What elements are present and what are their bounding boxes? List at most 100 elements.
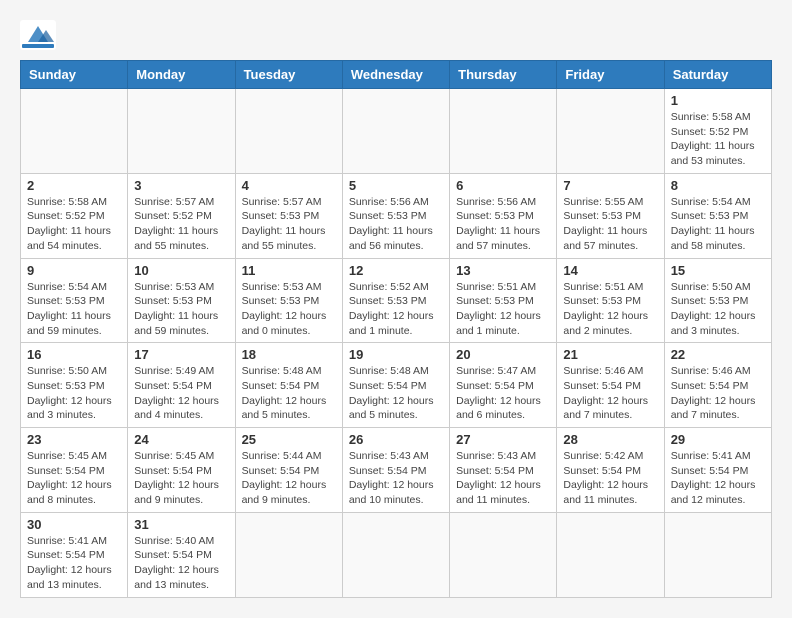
day-info: Sunrise: 5:56 AM Sunset: 5:53 PM Dayligh…	[349, 195, 443, 254]
logo	[20, 20, 62, 50]
calendar-cell: 5 Sunrise: 5:56 AM Sunset: 5:53 PM Daylig…	[342, 173, 449, 258]
calendar-cell: 23 Sunrise: 5:45 AM Sunset: 5:54 PM Dayli…	[21, 428, 128, 513]
calendar-cell: 13 Sunrise: 5:51 AM Sunset: 5:53 PM Dayli…	[450, 258, 557, 343]
day-info: Sunrise: 5:58 AM Sunset: 5:52 PM Dayligh…	[27, 195, 121, 254]
day-info: Sunrise: 5:43 AM Sunset: 5:54 PM Dayligh…	[456, 449, 550, 508]
calendar-cell: 27 Sunrise: 5:43 AM Sunset: 5:54 PM Dayli…	[450, 428, 557, 513]
calendar-cell	[235, 512, 342, 597]
calendar-cell: 6 Sunrise: 5:56 AM Sunset: 5:53 PM Daylig…	[450, 173, 557, 258]
calendar-week-4: 16 Sunrise: 5:50 AM Sunset: 5:53 PM Dayli…	[21, 343, 772, 428]
day-info: Sunrise: 5:57 AM Sunset: 5:53 PM Dayligh…	[242, 195, 336, 254]
calendar-cell: 8Sunrise: 5:54 AM Sunset: 5:53 PM Daylig…	[664, 173, 771, 258]
day-number: 25	[242, 432, 336, 447]
calendar-cell	[342, 512, 449, 597]
calendar-cell: 7 Sunrise: 5:55 AM Sunset: 5:53 PM Daylig…	[557, 173, 664, 258]
day-number: 17	[134, 347, 228, 362]
day-number: 8	[671, 178, 765, 193]
calendar-week-6: 30 Sunrise: 5:41 AM Sunset: 5:54 PM Dayli…	[21, 512, 772, 597]
calendar-cell: 18 Sunrise: 5:48 AM Sunset: 5:54 PM Dayli…	[235, 343, 342, 428]
calendar-week-3: 9 Sunrise: 5:54 AM Sunset: 5:53 PM Daylig…	[21, 258, 772, 343]
day-info: Sunrise: 5:45 AM Sunset: 5:54 PM Dayligh…	[27, 449, 121, 508]
day-info: Sunrise: 5:42 AM Sunset: 5:54 PM Dayligh…	[563, 449, 657, 508]
day-info: Sunrise: 5:54 AM Sunset: 5:53 PM Dayligh…	[27, 280, 121, 339]
day-info: Sunrise: 5:56 AM Sunset: 5:53 PM Dayligh…	[456, 195, 550, 254]
weekday-header-wednesday: Wednesday	[342, 61, 449, 89]
weekday-header-saturday: Saturday	[664, 61, 771, 89]
weekday-header-sunday: Sunday	[21, 61, 128, 89]
calendar-cell: 22Sunrise: 5:46 AM Sunset: 5:54 PM Dayli…	[664, 343, 771, 428]
calendar-cell: 3Sunrise: 5:57 AM Sunset: 5:52 PM Daylig…	[128, 173, 235, 258]
day-info: Sunrise: 5:43 AM Sunset: 5:54 PM Dayligh…	[349, 449, 443, 508]
calendar-cell	[664, 512, 771, 597]
day-number: 18	[242, 347, 336, 362]
weekday-header-tuesday: Tuesday	[235, 61, 342, 89]
calendar-cell: 14Sunrise: 5:51 AM Sunset: 5:53 PM Dayli…	[557, 258, 664, 343]
day-info: Sunrise: 5:40 AM Sunset: 5:54 PM Dayligh…	[134, 534, 228, 593]
day-info: Sunrise: 5:41 AM Sunset: 5:54 PM Dayligh…	[671, 449, 765, 508]
day-number: 2	[27, 178, 121, 193]
day-number: 3	[134, 178, 228, 193]
calendar-week-5: 23 Sunrise: 5:45 AM Sunset: 5:54 PM Dayli…	[21, 428, 772, 513]
calendar-cell: 4 Sunrise: 5:57 AM Sunset: 5:53 PM Daylig…	[235, 173, 342, 258]
day-number: 23	[27, 432, 121, 447]
day-info: Sunrise: 5:50 AM Sunset: 5:53 PM Dayligh…	[671, 280, 765, 339]
day-number: 26	[349, 432, 443, 447]
day-info: Sunrise: 5:48 AM Sunset: 5:54 PM Dayligh…	[242, 364, 336, 423]
day-info: Sunrise: 5:47 AM Sunset: 5:54 PM Dayligh…	[456, 364, 550, 423]
logo-icon	[20, 20, 56, 50]
day-info: Sunrise: 5:53 AM Sunset: 5:53 PM Dayligh…	[134, 280, 228, 339]
calendar-cell: 24 Sunrise: 5:45 AM Sunset: 5:54 PM Dayli…	[128, 428, 235, 513]
day-number: 5	[349, 178, 443, 193]
day-info: Sunrise: 5:55 AM Sunset: 5:53 PM Dayligh…	[563, 195, 657, 254]
header	[20, 20, 772, 50]
calendar-cell: 21Sunrise: 5:46 AM Sunset: 5:54 PM Dayli…	[557, 343, 664, 428]
calendar-cell	[557, 512, 664, 597]
calendar-cell: 31 Sunrise: 5:40 AM Sunset: 5:54 PM Dayli…	[128, 512, 235, 597]
calendar-cell	[557, 89, 664, 174]
calendar: SundayMondayTuesdayWednesdayThursdayFrid…	[20, 60, 772, 598]
calendar-cell: 28Sunrise: 5:42 AM Sunset: 5:54 PM Dayli…	[557, 428, 664, 513]
day-info: Sunrise: 5:52 AM Sunset: 5:53 PM Dayligh…	[349, 280, 443, 339]
day-info: Sunrise: 5:49 AM Sunset: 5:54 PM Dayligh…	[134, 364, 228, 423]
calendar-cell: 12Sunrise: 5:52 AM Sunset: 5:53 PM Dayli…	[342, 258, 449, 343]
day-number: 10	[134, 263, 228, 278]
day-info: Sunrise: 5:48 AM Sunset: 5:54 PM Dayligh…	[349, 364, 443, 423]
day-info: Sunrise: 5:53 AM Sunset: 5:53 PM Dayligh…	[242, 280, 336, 339]
day-number: 27	[456, 432, 550, 447]
day-number: 30	[27, 517, 121, 532]
calendar-cell: 11Sunrise: 5:53 AM Sunset: 5:53 PM Dayli…	[235, 258, 342, 343]
calendar-cell	[342, 89, 449, 174]
day-number: 9	[27, 263, 121, 278]
calendar-cell	[235, 89, 342, 174]
day-number: 20	[456, 347, 550, 362]
day-number: 7	[563, 178, 657, 193]
day-info: Sunrise: 5:51 AM Sunset: 5:53 PM Dayligh…	[456, 280, 550, 339]
weekday-header-friday: Friday	[557, 61, 664, 89]
calendar-week-1: 1Sunrise: 5:58 AM Sunset: 5:52 PM Daylig…	[21, 89, 772, 174]
day-info: Sunrise: 5:41 AM Sunset: 5:54 PM Dayligh…	[27, 534, 121, 593]
day-number: 24	[134, 432, 228, 447]
day-number: 29	[671, 432, 765, 447]
calendar-cell: 20 Sunrise: 5:47 AM Sunset: 5:54 PM Dayli…	[450, 343, 557, 428]
day-number: 6	[456, 178, 550, 193]
day-number: 31	[134, 517, 228, 532]
day-info: Sunrise: 5:45 AM Sunset: 5:54 PM Dayligh…	[134, 449, 228, 508]
calendar-cell: 10 Sunrise: 5:53 AM Sunset: 5:53 PM Dayli…	[128, 258, 235, 343]
calendar-cell: 25Sunrise: 5:44 AM Sunset: 5:54 PM Dayli…	[235, 428, 342, 513]
day-number: 16	[27, 347, 121, 362]
day-number: 19	[349, 347, 443, 362]
calendar-cell: 16 Sunrise: 5:50 AM Sunset: 5:53 PM Dayli…	[21, 343, 128, 428]
calendar-cell: 17 Sunrise: 5:49 AM Sunset: 5:54 PM Dayli…	[128, 343, 235, 428]
day-number: 1	[671, 93, 765, 108]
day-number: 15	[671, 263, 765, 278]
calendar-cell: 19 Sunrise: 5:48 AM Sunset: 5:54 PM Dayli…	[342, 343, 449, 428]
calendar-cell: 9 Sunrise: 5:54 AM Sunset: 5:53 PM Daylig…	[21, 258, 128, 343]
calendar-cell: 2 Sunrise: 5:58 AM Sunset: 5:52 PM Daylig…	[21, 173, 128, 258]
calendar-cell: 15 Sunrise: 5:50 AM Sunset: 5:53 PM Dayli…	[664, 258, 771, 343]
day-info: Sunrise: 5:50 AM Sunset: 5:53 PM Dayligh…	[27, 364, 121, 423]
day-number: 13	[456, 263, 550, 278]
weekday-header-monday: Monday	[128, 61, 235, 89]
calendar-cell	[450, 89, 557, 174]
calendar-cell: 29 Sunrise: 5:41 AM Sunset: 5:54 PM Dayli…	[664, 428, 771, 513]
day-number: 4	[242, 178, 336, 193]
